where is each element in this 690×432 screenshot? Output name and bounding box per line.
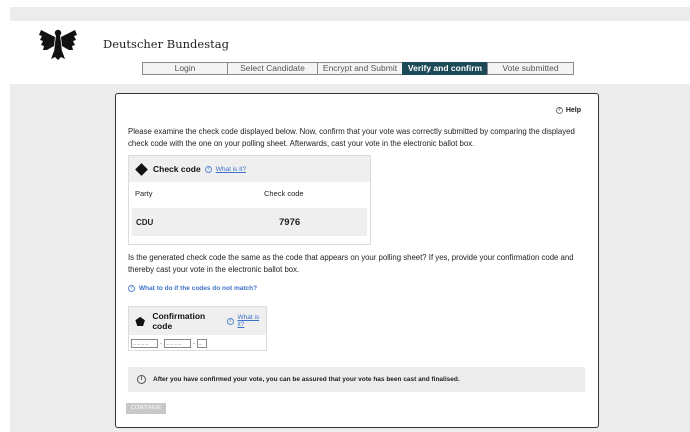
check-code-value: 7976 (279, 217, 301, 228)
question-circle-icon: ? (226, 317, 234, 325)
check-code-card: Check code ? What is it? Party Check cod… (128, 155, 371, 245)
question-text: Is the generated check code the same as … (128, 253, 574, 274)
header: Deutscher Bundestag Login Select Candida… (0, 21, 690, 84)
check-code-column-header: Check code (264, 189, 304, 198)
check-code-title: Check code (153, 164, 201, 174)
info-icon: i (137, 375, 146, 384)
question-circle-icon: ? (555, 107, 563, 114)
check-code-table-header: Party Check code (129, 182, 370, 204)
check-code-table-row: CDU 7976 (132, 208, 367, 236)
step-login: Login (142, 62, 228, 75)
top-strip (10, 7, 690, 21)
notice-text: After you have confirmed your vote, you … (153, 376, 460, 383)
question-circle-icon: ? (204, 165, 212, 173)
confirmation-code-title: Confirmation code (152, 311, 206, 331)
separator: - (160, 340, 162, 347)
step-verify-and-confirm: Verify and confirm (402, 62, 488, 75)
federal-eagle-icon (39, 29, 77, 60)
confirmation-code-what-is-it-link[interactable]: What is it? (238, 314, 266, 328)
separator: - (193, 340, 195, 347)
confirmation-code-field-2[interactable]: _ _ _ _ (164, 339, 191, 348)
party-value: CDU (136, 218, 154, 227)
verification-panel: ? Help Please examine the check code dis… (115, 93, 599, 428)
check-code-header: Check code ? What is it? (129, 156, 370, 182)
help-link[interactable]: ? Help (555, 107, 581, 114)
codes-mismatch-link[interactable]: What to do if the codes do not match? (139, 285, 257, 292)
pentagon-icon (135, 316, 145, 326)
codes-mismatch-help[interactable]: ? What to do if the codes do not match? (128, 285, 257, 292)
confirmation-code-inputs: _ _ _ _ - _ _ _ _ - _ (129, 335, 266, 352)
party-column-header: Party (135, 189, 153, 198)
continue-button[interactable]: CONTINUE (126, 403, 166, 414)
step-vote-submitted: Vote submitted (487, 62, 574, 75)
confirmation-code-field-1[interactable]: _ _ _ _ (131, 339, 158, 348)
confirmation-notice: i After you have confirmed your vote, yo… (128, 367, 585, 392)
help-label: Help (565, 107, 581, 114)
step-select-candidate: Select Candidate (227, 62, 318, 75)
confirmation-code-header: Confirmation code ? What is it? (129, 307, 266, 335)
step-encrypt-and-submit: Encrypt and Submit (317, 62, 403, 75)
diamond-icon (135, 162, 148, 176)
confirmation-code-card: Confirmation code ? What is it? _ _ _ _ … (128, 306, 267, 351)
site-title: Deutscher Bundestag (103, 37, 229, 51)
check-code-what-is-it-link[interactable]: What is it? (216, 166, 246, 173)
progress-steps: Login Select Candidate Encrypt and Submi… (142, 62, 574, 75)
intro-text: Please examine the check code displayed … (128, 127, 575, 148)
question-circle-icon: ? (128, 285, 135, 292)
confirmation-code-field-3[interactable]: _ (197, 339, 207, 348)
